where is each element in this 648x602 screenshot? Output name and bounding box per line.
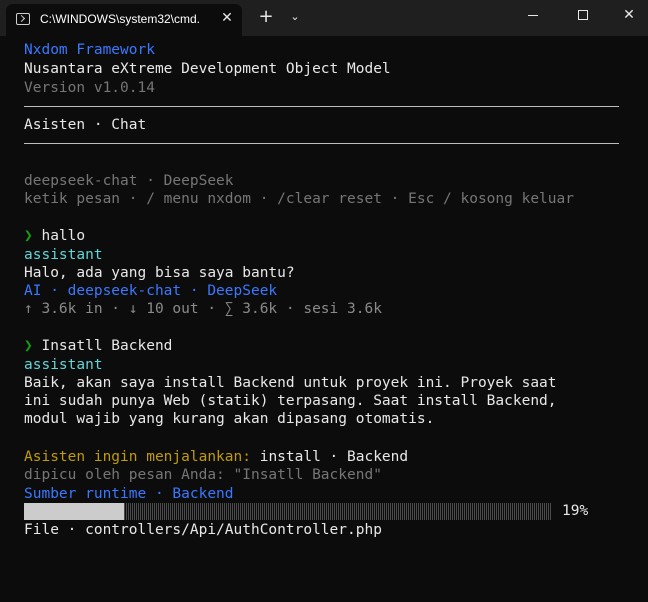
assistant-reply: Halo, ada yang bisa saya bantu? [24,265,295,281]
divider-top [24,106,619,107]
chevron-down-icon[interactable]: ⌄ [286,8,304,26]
action-request: Asisten ingin menjalankan: install · Bac… [24,448,408,466]
framework-subtitle: Nusantara eXtreme Development Object Mod… [24,61,391,77]
maximize-button[interactable] [560,0,606,32]
divider-bottom [24,143,619,144]
progress-fill [24,503,125,520]
token-usage: ↑ 3.6k in · ↓ 10 out · ∑ 3.6k · sesi 3.6… [24,301,382,317]
assistant-label: assistant [24,357,103,373]
section-title: Asisten · Chat [24,117,147,133]
progress-percent: 19% [562,503,589,519]
version-text: Version v1.0.14 [24,80,155,96]
user-message-text: Insatll Backend [32,338,173,354]
assistant-reply-line: ini sudah punya Web (statik) terpasang. … [24,393,557,409]
user-message: ❯ Insatll Backend [24,337,172,355]
close-tab-icon[interactable]: ✕ [218,9,236,27]
minimize-button[interactable] [510,0,556,32]
terminal-window: C:\WINDOWS\system32\cmd. ✕ + ⌄ ✕ Nxdom F… [0,0,648,602]
assistant-reply-line: Baik, akan saya install Backend untuk pr… [24,375,557,391]
prompt-chevron: ❯ [24,338,33,354]
minimize-icon [528,14,538,16]
action-command: install · Backend [250,449,409,465]
user-message-text: hallo [32,228,86,244]
title-bar: C:\WINDOWS\system32\cmd. ✕ + ⌄ ✕ [0,0,648,36]
progress-bar [24,503,551,520]
assistant-label: assistant [24,247,103,263]
tab-cmd[interactable]: C:\WINDOWS\system32\cmd. ✕ [6,4,242,36]
maximize-icon [578,10,588,20]
runtime-source: Sumber runtime · Backend [24,486,234,502]
response-meta: AI · deepseek-chat · DeepSeek [24,283,278,299]
tab-title: C:\WINDOWS\system32\cmd. [40,12,201,26]
terminal-icon [16,13,30,25]
close-window-button[interactable]: ✕ [606,0,648,32]
model-info: deepseek-chat · DeepSeek [24,173,234,189]
prompt-chevron: ❯ [24,228,33,244]
action-prefix: Asisten ingin menjalankan: [24,449,251,465]
new-tab-button[interactable]: + [256,6,276,28]
key-hints: ketik pesan · / menu nxdom · /clear rese… [24,191,574,207]
current-file: File · controllers/Api/AuthController.ph… [24,522,382,538]
framework-title: Nxdom Framework [24,42,155,58]
user-message: ❯ hallo [24,227,85,245]
action-trigger: dipicu oleh pesan Anda: "Insatll Backend… [24,467,382,483]
assistant-reply-line: modul wajib yang kurang akan dipasang ot… [24,411,435,427]
